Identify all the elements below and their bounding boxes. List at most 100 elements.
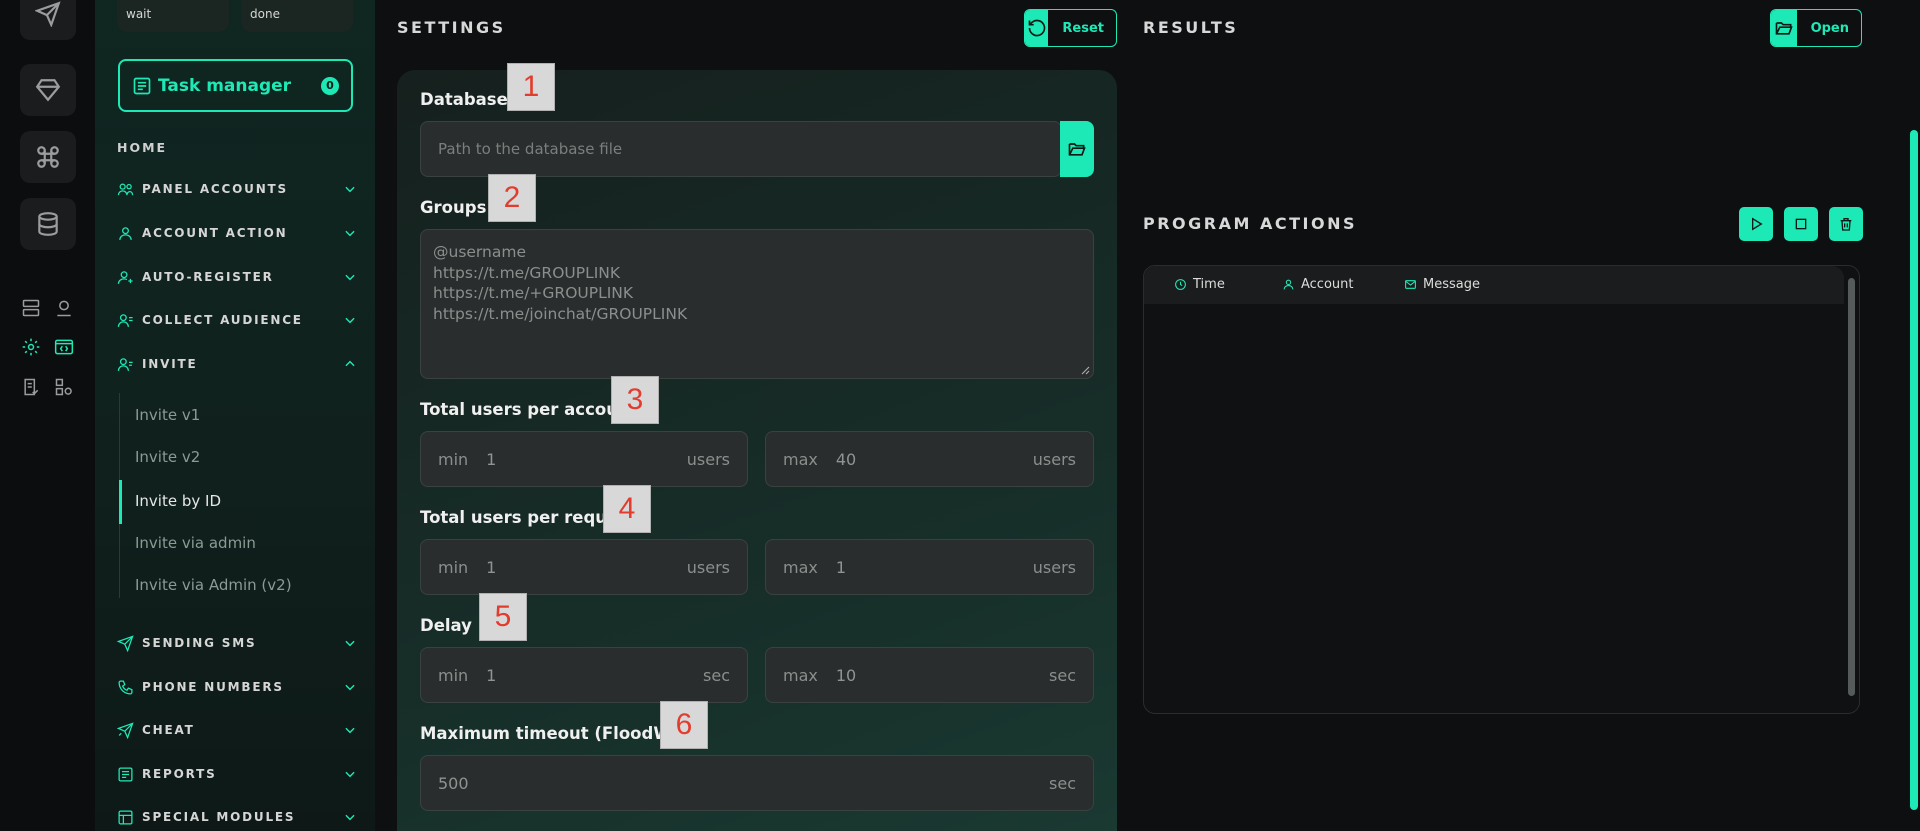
chevron-down-icon [343, 182, 357, 196]
max-value: 1 [835, 557, 847, 577]
nav-label: PHONE NUMBERS [142, 680, 284, 694]
settings-rail-button[interactable] [20, 336, 42, 358]
database-placeholder: Path to the database file [438, 140, 623, 158]
nav-sending-sms[interactable]: SENDING SMS [116, 632, 357, 654]
open-results-button[interactable]: Open [1770, 9, 1862, 47]
users-per-request-max-field[interactable]: max 1 users [765, 539, 1094, 595]
groups-textarea[interactable]: @username https://t.me/GROUPLINK https:/… [420, 229, 1094, 379]
left-rail [0, 0, 95, 831]
database-icon [38, 212, 58, 236]
task-manager-button[interactable]: Task manager 0 [118, 59, 353, 112]
resize-grip-icon[interactable] [1080, 365, 1090, 375]
chevron-down-icon [343, 767, 357, 781]
user-pin-icon [57, 300, 71, 317]
settings-title: SETTINGS [397, 18, 506, 37]
report-icon [117, 766, 134, 783]
clear-log-button[interactable] [1829, 207, 1863, 241]
column-time[interactable]: Time [1174, 277, 1225, 292]
server-list-rail-button[interactable] [20, 297, 42, 319]
nav-label: ACCOUNT ACTION [142, 226, 288, 240]
users-per-request-min-field[interactable]: min 1 users [420, 539, 748, 595]
home-link[interactable]: HOME [117, 140, 167, 155]
stop-icon [1795, 218, 1807, 230]
nav-collect-audience[interactable]: COLLECT AUDIENCE [117, 309, 357, 331]
groups-line: https://t.me/GROUPLINK [433, 263, 621, 282]
nav-cheat[interactable]: CHEAT [116, 719, 357, 741]
diamond-rail-button[interactable] [20, 64, 76, 116]
submenu-invite-v1[interactable]: Invite v1 [135, 406, 200, 424]
stop-button[interactable] [1784, 207, 1818, 241]
nav-reports[interactable]: REPORTS [117, 763, 357, 785]
database-label: Database [420, 90, 508, 109]
user-icon [117, 225, 134, 242]
delay-max-field[interactable]: max 10 sec [765, 647, 1094, 703]
results-title: RESULTS [1143, 18, 1239, 37]
phone-icon [117, 679, 134, 696]
database-rail-button[interactable] [20, 198, 76, 250]
nav-label: REPORTS [142, 767, 217, 781]
boost-icon [116, 721, 134, 739]
users-per-account-min-field[interactable]: min 1 users [420, 431, 748, 487]
min-value: 1 [486, 449, 497, 469]
user-pin-rail-button[interactable] [53, 297, 75, 319]
nav-panel-accounts[interactable]: PANEL ACCOUNTS [117, 178, 357, 200]
groups-line: @username [433, 243, 526, 261]
command-rail-button[interactable] [20, 131, 76, 183]
folder-open-icon [1068, 143, 1086, 156]
annotation-marker-3: 3 [611, 376, 659, 424]
status-chip-done[interactable]: done [241, 0, 353, 32]
invite-submenu: Invite v1 Invite v2 Invite by ID Invite … [119, 393, 351, 598]
task-manager-icon [133, 77, 151, 94]
page-scrollbar[interactable] [1910, 130, 1918, 810]
reset-button[interactable]: Reset [1024, 9, 1117, 47]
max-prefix: max [783, 449, 818, 469]
shapes-rail-button[interactable] [53, 376, 75, 398]
nav-label: AUTO-REGISTER [142, 270, 274, 284]
send-rail-button[interactable] [20, 0, 76, 40]
checklist-icon [24, 378, 39, 396]
users-per-account-max-field[interactable]: max 40 users [765, 431, 1094, 487]
column-message[interactable]: Message [1404, 277, 1480, 292]
groups-line: https://t.me/+GROUPLINK [433, 284, 634, 302]
code-window-rail-button[interactable] [53, 336, 75, 358]
database-path-field[interactable]: Path to the database file [420, 121, 1062, 177]
module-icon [117, 809, 134, 826]
annotation-marker-1: 1 [507, 63, 555, 111]
chevron-down-icon [343, 270, 357, 284]
command-icon [37, 146, 59, 168]
submenu-invite-via-admin-v2[interactable]: Invite via Admin (v2) [135, 576, 292, 594]
nav-invite[interactable]: INVITE [117, 353, 357, 375]
delay-min-field[interactable]: min 1 sec [420, 647, 748, 703]
submenu-invite-by-id[interactable]: Invite by ID [135, 492, 221, 510]
column-label: Account [1301, 277, 1354, 292]
checklist-rail-button[interactable] [20, 376, 42, 398]
nav-phone-numbers[interactable]: PHONE NUMBERS [117, 676, 357, 698]
timeout-field[interactable]: 500 sec [420, 755, 1094, 811]
unit-suffix: sec [1049, 773, 1076, 793]
play-icon [1752, 217, 1763, 231]
folder-open-icon [1771, 10, 1797, 46]
chevron-down-icon [343, 680, 357, 694]
max-prefix: max [783, 665, 818, 685]
column-account[interactable]: Account [1282, 277, 1354, 292]
browse-database-button[interactable] [1060, 121, 1094, 177]
annotation-marker-4: 4 [603, 485, 651, 533]
task-count-badge: 0 [321, 76, 339, 95]
start-button[interactable] [1739, 207, 1773, 241]
submenu-invite-via-admin[interactable]: Invite via admin [135, 534, 256, 552]
unit-suffix: users [1032, 557, 1076, 577]
nav-special-modules[interactable]: SPECIAL MODULES [117, 806, 357, 828]
status-chip-wait[interactable]: wait [117, 0, 229, 32]
min-value: 1 [486, 665, 497, 685]
program-actions-log[interactable]: Time Account Message [1143, 265, 1860, 714]
send-icon [116, 634, 134, 652]
nav-account-action[interactable]: ACCOUNT ACTION [117, 222, 357, 244]
shapes-icon [55, 378, 72, 396]
log-scrollbar[interactable] [1848, 278, 1855, 696]
diamond-icon [35, 79, 61, 102]
min-value: 1 [486, 557, 497, 577]
nav-auto-register[interactable]: AUTO-REGISTER [117, 266, 357, 288]
unit-suffix: sec [1049, 665, 1076, 685]
submenu-invite-v2[interactable]: Invite v2 [135, 448, 200, 466]
unit-suffix: users [686, 449, 730, 469]
